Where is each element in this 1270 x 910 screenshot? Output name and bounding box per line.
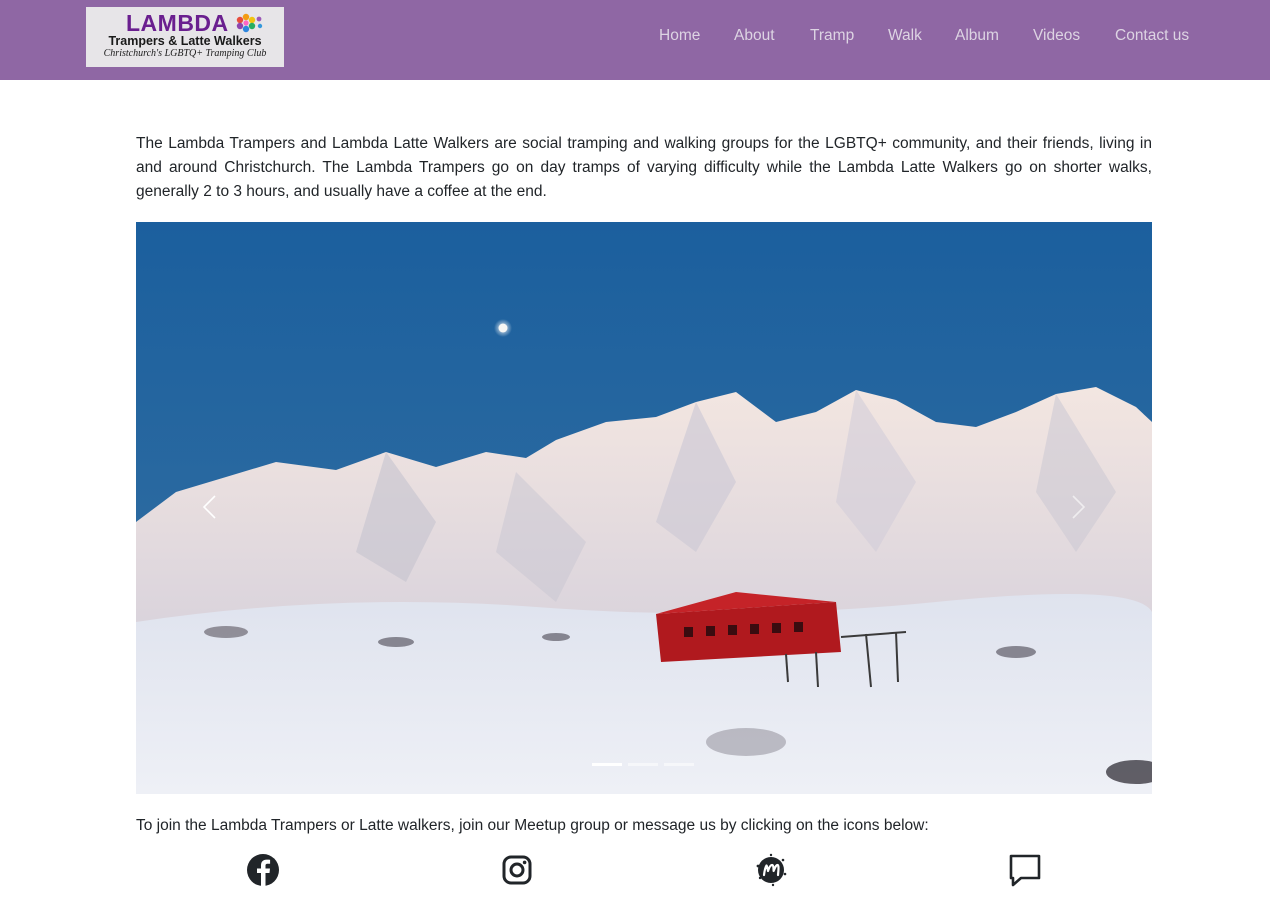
logo-tagline: Christchurch's LGBTQ+ Tramping Club [103,48,267,59]
message-icon[interactable] [1007,852,1043,888]
join-paragraph: To join the Lambda Trampers or Latte wal… [136,817,929,834]
intro-paragraph: The Lambda Trampers and Lambda Latte Wal… [136,135,1152,200]
instagram-icon[interactable] [499,852,535,888]
nav-contact-us[interactable]: Contact us [1115,27,1189,45]
photo-carousel [136,222,1152,794]
carousel-indicator-1[interactable] [592,763,622,766]
nav-home[interactable]: Home [659,27,700,45]
chevron-left-icon[interactable] [196,492,226,522]
top-navbar: LAMBDA Trampers & Latte Walkers Christch… [0,0,1270,80]
nav-videos[interactable]: Videos [1033,27,1080,45]
nav-tramp[interactable]: Tramp [810,27,854,45]
carousel-indicators [592,763,696,769]
chevron-right-icon[interactable] [1062,492,1092,522]
carousel-slide-image [136,222,1152,794]
nav-walk[interactable]: Walk [888,27,922,45]
nav-album[interactable]: Album [955,27,999,45]
carousel-indicator-2[interactable] [628,763,658,766]
meetup-icon[interactable] [753,852,789,888]
nav-about[interactable]: About [734,27,775,45]
carousel-indicator-3[interactable] [664,763,694,766]
nav-menu: Home About Tramp Walk Album Videos Conta… [0,27,1270,47]
facebook-icon[interactable] [245,852,281,888]
